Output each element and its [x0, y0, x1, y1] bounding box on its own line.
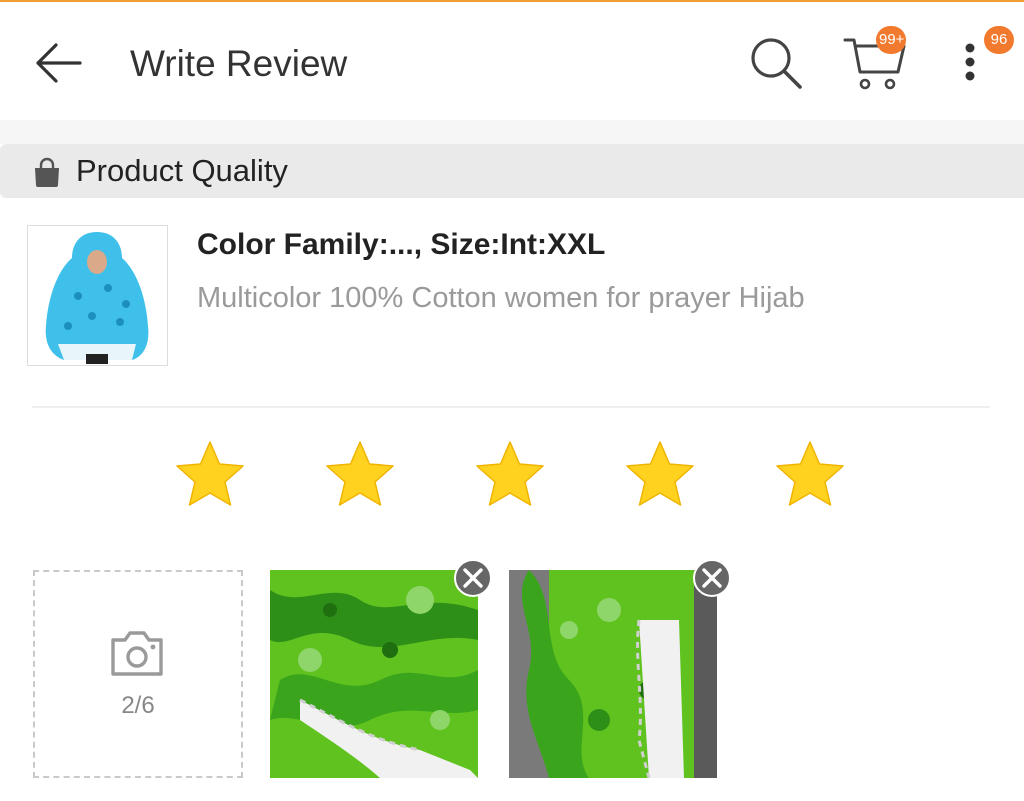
close-icon[interactable] [453, 558, 493, 598]
star-icon[interactable] [774, 438, 846, 510]
star-icon[interactable] [624, 438, 696, 510]
add-photo-button[interactable]: 2/6 [33, 570, 243, 778]
header-spacer [0, 120, 1024, 144]
cart-count-badge: 99+ [876, 26, 906, 54]
star-rating[interactable] [0, 438, 1024, 512]
photo-count: 2/6 [121, 692, 155, 719]
divider [32, 406, 990, 408]
product-thumbnail [27, 225, 168, 366]
shopping-bag-icon [35, 157, 59, 187]
search-icon [751, 38, 802, 89]
star-icon[interactable] [474, 438, 546, 510]
search-button[interactable] [748, 35, 804, 91]
more-options-button[interactable] [950, 38, 990, 88]
more-vert-icon [965, 43, 975, 81]
notification-badge: 96 [984, 26, 1014, 54]
section-header: Product Quality [0, 144, 1024, 198]
back-arrow-icon [36, 43, 82, 83]
product-variant: Color Family:..., Size:Int:XXL [197, 228, 606, 261]
product-name: Multicolor 100% Cotton women for prayer … [197, 282, 805, 314]
page-title: Write Review [130, 43, 348, 84]
review-photo[interactable] [270, 570, 478, 778]
back-button[interactable] [30, 38, 86, 88]
star-icon[interactable] [174, 438, 246, 510]
close-icon[interactable] [692, 558, 732, 598]
camera-icon [111, 631, 163, 676]
section-title: Product Quality [76, 153, 288, 188]
star-icon[interactable] [324, 438, 396, 510]
app-header: Write Review 99+ 96 [0, 2, 1024, 120]
review-photo[interactable] [509, 570, 717, 778]
